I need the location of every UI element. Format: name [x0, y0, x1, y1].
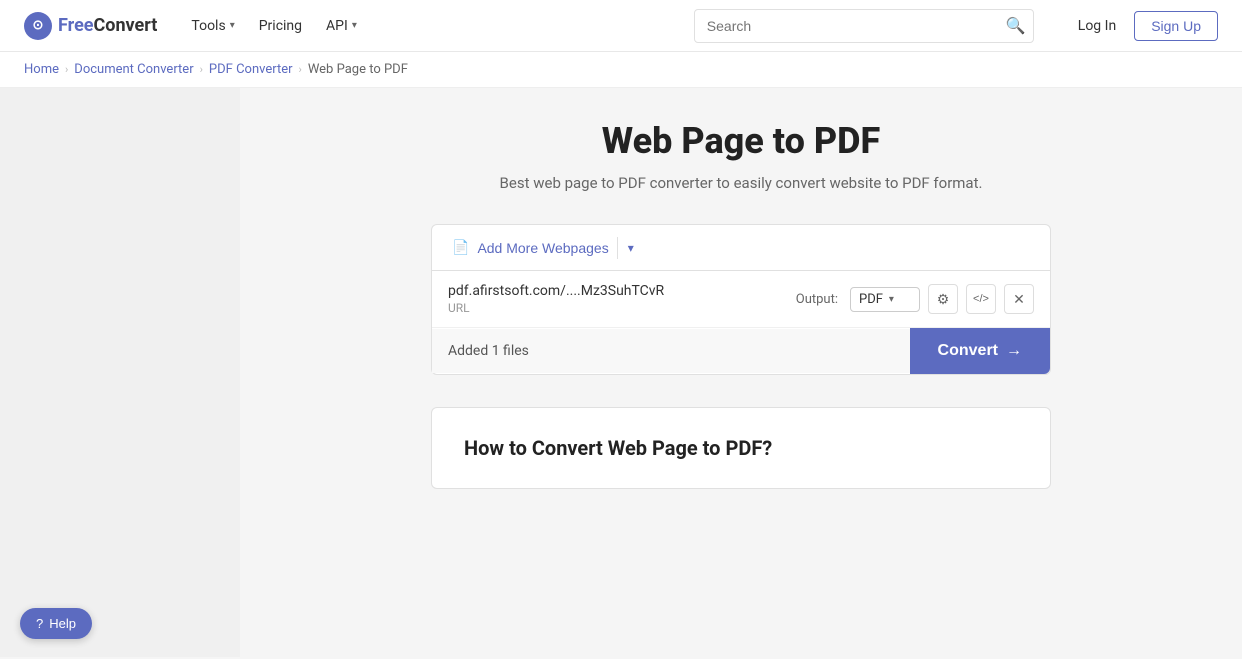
toolbar-chevron-icon: ▾: [628, 241, 634, 255]
search-input[interactable]: [694, 9, 1034, 43]
nav-auth: Log In Sign Up: [1070, 11, 1218, 41]
search-button[interactable]: 🔍: [1006, 16, 1026, 36]
converter-bottom: Added 1 files Convert →: [432, 328, 1050, 374]
convert-label: Convert: [938, 342, 998, 360]
pricing-label: Pricing: [259, 18, 302, 34]
file-actions: Output: PDF ▾ ⚙ </> ✕: [796, 284, 1034, 314]
search-area: 🔍: [694, 9, 1034, 43]
logo[interactable]: ⊙ FreeConvert: [24, 12, 157, 40]
hero-subtitle: Best web page to PDF converter to easily…: [280, 174, 1202, 192]
files-count: Added 1 files: [432, 329, 910, 373]
file-row: pdf.afirstsoft.com/....Mz3SuhTCvR URL Ou…: [432, 271, 1050, 328]
file-doc-icon: 📄: [452, 239, 469, 256]
api-chevron-icon: ▾: [352, 20, 357, 31]
breadcrumb-document-converter[interactable]: Document Converter: [74, 62, 193, 77]
tools-label: Tools: [191, 18, 225, 34]
help-button[interactable]: ? Help: [20, 608, 92, 639]
login-link[interactable]: Log In: [1070, 12, 1124, 40]
output-format-select[interactable]: PDF ▾: [850, 287, 920, 312]
nav-links: Tools ▾ Pricing API ▾: [181, 12, 366, 40]
navbar: ⊙ FreeConvert Tools ▾ Pricing API ▾ 🔍 Lo…: [0, 0, 1242, 52]
converter-toolbar: 📄 Add More Webpages ▾: [432, 225, 1050, 271]
help-question-icon: ?: [36, 616, 43, 631]
logo-text: FreeConvert: [58, 15, 157, 36]
pricing-link[interactable]: Pricing: [249, 12, 312, 40]
breadcrumb-sep-3: ›: [299, 63, 302, 76]
close-icon: ✕: [1013, 291, 1025, 308]
main-content: Web Page to PDF Best web page to PDF con…: [240, 88, 1242, 657]
api-label: API: [326, 18, 348, 34]
file-info: pdf.afirstsoft.com/....Mz3SuhTCvR URL: [448, 283, 796, 315]
convert-button[interactable]: Convert →: [910, 328, 1050, 374]
breadcrumb: Home › Document Converter › PDF Converte…: [0, 52, 1242, 88]
code-button[interactable]: </>: [966, 284, 996, 314]
output-label: Output:: [796, 292, 838, 307]
file-url: pdf.afirstsoft.com/....Mz3SuhTCvR: [448, 283, 796, 299]
tools-chevron-icon: ▾: [230, 20, 235, 31]
tools-menu[interactable]: Tools ▾: [181, 12, 244, 40]
breadcrumb-home[interactable]: Home: [24, 62, 59, 77]
signup-button[interactable]: Sign Up: [1134, 11, 1218, 41]
sidebar: [0, 88, 240, 657]
settings-icon: ⚙: [937, 291, 950, 308]
hero: Web Page to PDF Best web page to PDF con…: [280, 120, 1202, 192]
breadcrumb-sep-1: ›: [65, 63, 68, 76]
page-layout: Web Page to PDF Best web page to PDF con…: [0, 88, 1242, 657]
add-webpages-button[interactable]: 📄 Add More Webpages: [444, 235, 617, 260]
help-label: Help: [49, 616, 76, 631]
file-type-label: URL: [448, 301, 796, 315]
output-format-value: PDF: [859, 292, 883, 307]
breadcrumb-pdf-converter[interactable]: PDF Converter: [209, 62, 293, 77]
breadcrumb-current: Web Page to PDF: [308, 62, 408, 77]
remove-button[interactable]: ✕: [1004, 284, 1034, 314]
code-icon: </>: [973, 293, 989, 305]
add-webpages-label: Add More Webpages: [477, 240, 608, 256]
page-title: Web Page to PDF: [280, 120, 1202, 162]
api-menu[interactable]: API ▾: [316, 12, 367, 40]
convert-arrow-icon: →: [1006, 342, 1022, 360]
logo-icon: ⊙: [24, 12, 52, 40]
how-to-box: How to Convert Web Page to PDF?: [431, 407, 1051, 489]
converter-box: 📄 Add More Webpages ▾ pdf.afirstsoft.com…: [431, 224, 1051, 375]
toolbar-dropdown-button[interactable]: ▾: [617, 237, 644, 259]
how-to-title: How to Convert Web Page to PDF?: [464, 436, 1018, 460]
breadcrumb-sep-2: ›: [200, 63, 203, 76]
settings-button[interactable]: ⚙: [928, 284, 958, 314]
output-chevron-icon: ▾: [889, 294, 894, 305]
search-icon: 🔍: [1006, 18, 1026, 35]
